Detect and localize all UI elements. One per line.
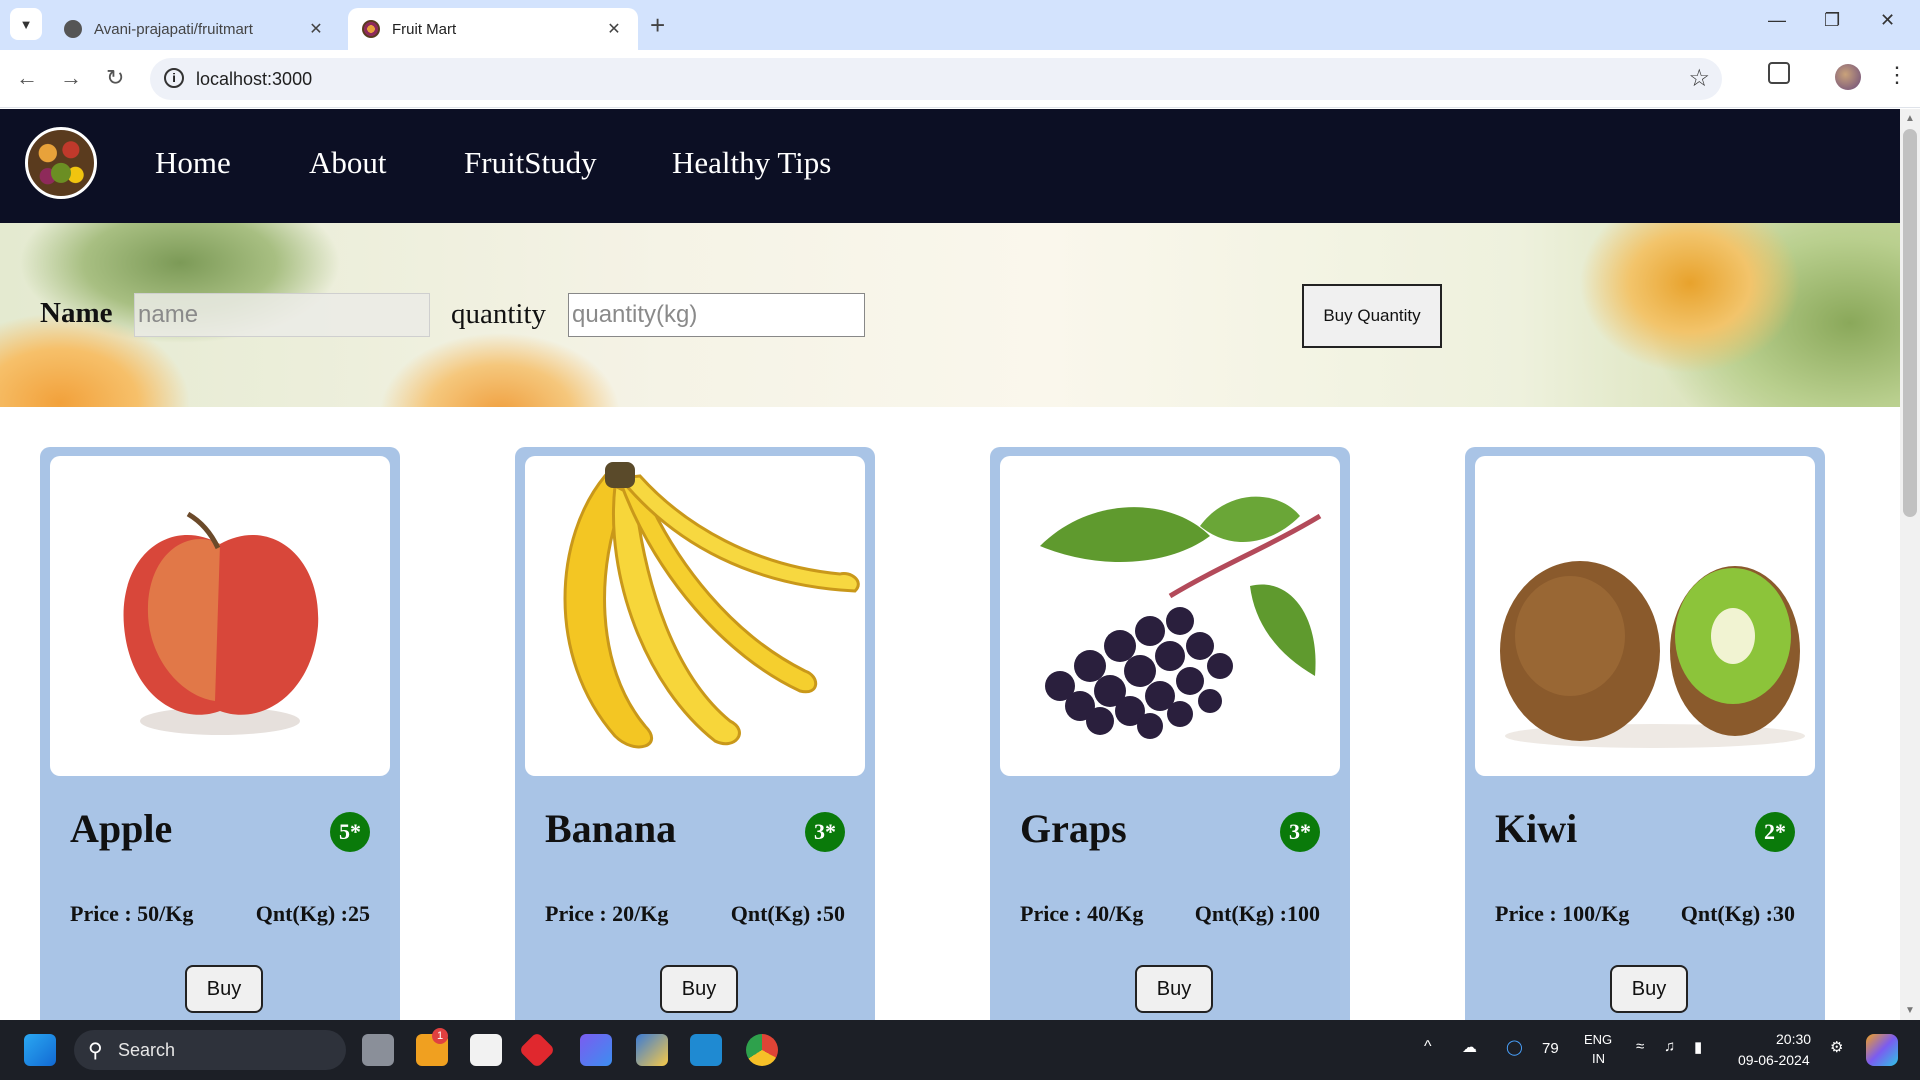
volume-icon[interactable]: ♫ [1664, 1038, 1675, 1055]
site-info-icon[interactable]: i [164, 68, 184, 88]
bluetooth-icon[interactable]: ◯ [1506, 1038, 1523, 1056]
page-viewport: Home About FruitStudy Healthy Tips Name … [0, 109, 1900, 1020]
tab-title: Avani-prajapati/fruitmart [94, 20, 253, 38]
restore-button[interactable]: ❐ [1824, 10, 1840, 31]
buy-button[interactable]: Buy [185, 965, 263, 1013]
python-icon[interactable] [636, 1034, 668, 1066]
tab-search-button[interactable]: ▼ [10, 8, 42, 40]
tab-github[interactable]: Avani-prajapati/fruitmart ✕ [50, 8, 340, 50]
scroll-down-icon[interactable]: ▼ [1905, 1005, 1915, 1016]
scroll-up-icon[interactable]: ▲ [1905, 113, 1915, 124]
rating-badge: 5* [330, 812, 370, 852]
product-quantity: Qnt(Kg) :100 [1194, 901, 1320, 926]
nav-healthy-tips[interactable]: Healthy Tips [672, 145, 831, 181]
taskbar-search-label: Search [118, 1040, 176, 1060]
buy-button[interactable]: Buy [660, 965, 738, 1013]
search-icon: ⚲ [88, 1040, 103, 1062]
product-name: Banana [545, 806, 677, 851]
forward-arrow-icon[interactable]: → [60, 64, 82, 92]
language-bottom[interactable]: IN [1592, 1051, 1605, 1066]
quantity-label: quantity [451, 298, 547, 330]
copilot-icon[interactable] [580, 1034, 612, 1066]
product-price: Price : 40/Kg [1020, 901, 1144, 926]
product-card-apple: Apple 5* Price : 50/Kg Qnt(Kg) :25 Buy [40, 447, 400, 1020]
more-menu-icon[interactable]: ⋮ [1886, 62, 1908, 88]
fruit-logo[interactable] [25, 127, 97, 199]
extensions-icon[interactable] [1768, 62, 1790, 84]
chevron-down-icon: ▼ [19, 16, 33, 32]
name-label: Name [40, 297, 113, 329]
page-scrollbar[interactable]: ▲ ▼ [1900, 109, 1920, 1020]
product-price: Price : 20/Kg [545, 901, 669, 926]
fruit-mart-favicon-icon [362, 20, 380, 38]
vscode-icon[interactable] [690, 1034, 722, 1066]
new-tab-button[interactable]: + [650, 10, 665, 40]
name-input[interactable] [134, 293, 430, 337]
taskbar-search[interactable]: ⚲ Search [74, 1030, 346, 1070]
reload-icon[interactable]: ↻ [106, 64, 124, 92]
tab-fruit-mart[interactable]: Fruit Mart ✕ [348, 8, 638, 50]
buy-button[interactable]: Buy [1610, 965, 1688, 1013]
notifications-bell-icon[interactable]: ⚙ [1830, 1038, 1843, 1056]
quantity-input[interactable] [568, 293, 865, 337]
back-arrow-icon[interactable]: ← [16, 64, 38, 92]
notification-badge: 1 [432, 1028, 448, 1044]
product-card-kiwi: Kiwi 2* Price : 100/Kg Qnt(Kg) :30 Buy [1465, 447, 1825, 1020]
task-view-icon[interactable] [362, 1034, 394, 1066]
store-icon[interactable] [470, 1034, 502, 1066]
chrome-icon[interactable] [746, 1034, 778, 1066]
windows-start-icon[interactable] [24, 1034, 56, 1066]
git-app-icon[interactable] [518, 1031, 556, 1069]
buy-quantity-button[interactable]: Buy Quantity [1302, 284, 1442, 348]
url-text[interactable]: localhost:3000 [196, 69, 312, 90]
wifi-icon[interactable]: ≈ [1636, 1038, 1644, 1055]
product-price: Price : 100/Kg [1495, 901, 1630, 926]
scrollbar-thumb[interactable] [1903, 129, 1917, 517]
rating-badge: 3* [1280, 812, 1320, 852]
product-name: Kiwi [1495, 806, 1578, 851]
bookmark-star-icon[interactable]: ☆ [1688, 64, 1710, 93]
close-icon[interactable]: ✕ [306, 19, 326, 39]
product-card-banana: Banana 3* Price : 20/Kg Qnt(Kg) :50 Buy [515, 447, 875, 1020]
address-bar-row: ← → ↻ i localhost:3000 ☆ [0, 50, 1920, 108]
product-quantity: Qnt(Kg) :50 [730, 901, 845, 926]
language-top[interactable]: ENG [1584, 1032, 1612, 1047]
grapes-image [1000, 456, 1340, 776]
apple-image [50, 456, 390, 776]
avatar[interactable] [1835, 64, 1861, 90]
banana-image [525, 456, 865, 776]
minimize-button[interactable]: — [1768, 10, 1786, 31]
site-navbar: Home About FruitStudy Healthy Tips [0, 109, 1900, 223]
close-icon[interactable]: ✕ [604, 19, 624, 39]
rating-badge: 2* [1755, 812, 1795, 852]
nav-about[interactable]: About [309, 145, 387, 181]
battery-percent: 79 [1542, 1040, 1559, 1057]
copilot-tray-icon[interactable] [1866, 1034, 1898, 1066]
clock-time[interactable]: 20:30 [1776, 1031, 1811, 1047]
nav-fruitstudy[interactable]: FruitStudy [464, 145, 597, 181]
close-window-button[interactable]: ✕ [1880, 10, 1895, 31]
clock-date[interactable]: 09-06-2024 [1738, 1052, 1810, 1068]
product-quantity: Qnt(Kg) :25 [255, 901, 370, 926]
onedrive-icon[interactable]: ☁ [1462, 1038, 1477, 1056]
buy-button[interactable]: Buy [1135, 965, 1213, 1013]
product-name: Graps [1020, 806, 1127, 851]
kiwi-image [1475, 456, 1815, 776]
github-icon [64, 20, 82, 38]
order-banner: Name quantity Buy Quantity [0, 223, 1900, 407]
rating-badge: 3* [805, 812, 845, 852]
browser-tab-bar: ▼ Avani-prajapati/fruitmart ✕ Fruit Mart… [0, 0, 1920, 50]
taskbar: ⚲ Search 1 ^ ☁ ◯ 79 ENG IN ≈ ♫ ▮ 20:30 0… [0, 1020, 1920, 1080]
nav-home[interactable]: Home [155, 145, 231, 181]
omnibox[interactable]: i localhost:3000 ☆ [150, 58, 1722, 100]
battery-icon[interactable]: ▮ [1694, 1038, 1702, 1056]
product-name: Apple [70, 806, 173, 851]
tray-chevron-up-icon[interactable]: ^ [1424, 1038, 1432, 1056]
product-quantity: Qnt(Kg) :30 [1680, 901, 1795, 926]
product-price: Price : 50/Kg [70, 901, 194, 926]
tab-title: Fruit Mart [392, 20, 457, 38]
product-card-graps: Graps 3* Price : 40/Kg Qnt(Kg) :100 Buy [990, 447, 1350, 1020]
